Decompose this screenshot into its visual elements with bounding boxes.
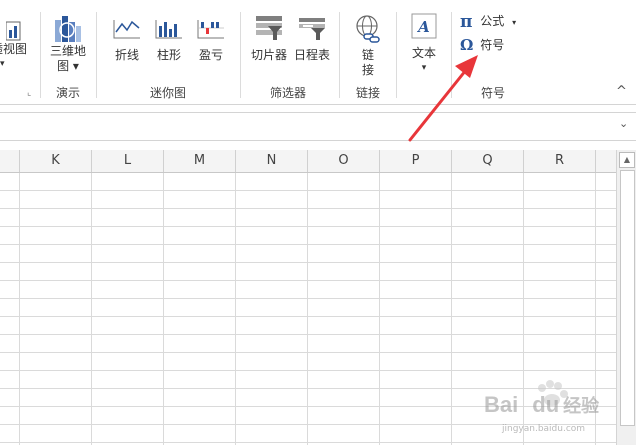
group-separator — [40, 12, 41, 98]
watermark-brand-bai: Bai — [484, 392, 519, 417]
column-header-l[interactable]: L — [92, 150, 164, 172]
sparkline-column-label: 柱形 — [156, 48, 181, 62]
dialog-launcher-icon[interactable]: ⌞ — [27, 88, 31, 98]
sparkline-column-icon — [155, 20, 182, 39]
3d-map-label: 三维地 — [49, 44, 86, 58]
equation-label: 公式 — [480, 14, 505, 28]
group-separator — [451, 12, 452, 98]
group-label-filters: 筛选器 — [269, 86, 306, 100]
text-box-icon: A — [411, 13, 437, 39]
column-header-k[interactable]: K — [20, 150, 92, 172]
slicer-button[interactable]: 切片器 — [248, 14, 290, 63]
sparkline-column-button[interactable]: 柱形 — [149, 14, 189, 63]
watermark-url: jingyan.baidu.com — [502, 424, 586, 434]
3d-map-label-2: 图 ▾ — [57, 59, 79, 73]
column-header-q[interactable]: Q — [452, 150, 524, 172]
slicer-icon — [256, 16, 282, 40]
sparkline-winloss-button[interactable]: 盈亏 — [191, 14, 231, 63]
column-header-m[interactable]: M — [164, 150, 236, 172]
collapse-ribbon-icon[interactable]: ^ — [616, 84, 627, 99]
watermark-brand-du: du — [532, 392, 560, 417]
ribbon: 透视图 ▾ ⌞ 三维地 图 ▾ 演示 折线 柱形 — [0, 0, 636, 105]
timeline-label: 日程表 — [293, 48, 330, 62]
column-header-n[interactable]: N — [236, 150, 308, 172]
group-label-links: 链接 — [355, 86, 380, 100]
timeline-button[interactable]: 日程表 — [291, 14, 333, 63]
pivot-chart-icon — [6, 21, 21, 41]
sparkline-line-button[interactable]: 折线 — [107, 14, 147, 63]
link-label-2: 接 — [361, 63, 374, 77]
column-header-corner[interactable] — [0, 150, 20, 172]
3d-map-icon — [55, 16, 81, 42]
sparkline-line-icon — [113, 20, 140, 39]
symbol-button[interactable]: Ω 符号 — [460, 36, 524, 56]
column-header-o[interactable]: O — [308, 150, 380, 172]
sparkline-winloss-icon — [197, 20, 224, 39]
link-icon — [356, 15, 380, 43]
group-separator — [240, 12, 241, 98]
text-dropdown-icon: ▾ — [421, 63, 427, 73]
expand-formula-bar-icon[interactable]: ⌄ — [619, 117, 628, 130]
text-label: 文本 — [411, 46, 436, 60]
column-header-p[interactable]: P — [380, 150, 452, 172]
equation-dropdown-icon: ▾ — [512, 18, 517, 27]
equation-button[interactable]: π 公式 ▾ — [460, 12, 524, 32]
link-button[interactable]: 链 接 — [350, 14, 386, 78]
timeline-icon — [299, 18, 325, 40]
group-label-sparklines: 迷你图 — [149, 86, 186, 100]
scroll-up-button[interactable]: ▲ — [619, 152, 635, 168]
sparkline-line-label: 折线 — [114, 48, 139, 62]
pivot-chart-dropdown: ▾ — [0, 59, 5, 69]
group-separator — [396, 12, 397, 98]
group-label-demo: 演示 — [55, 86, 80, 100]
baidu-watermark: Bai du 经验 jingyan.baidu.com — [480, 378, 630, 440]
watermark-brand: Bai du 经验 — [484, 392, 599, 418]
column-headers: K L M N O P Q R — [0, 150, 616, 173]
3d-map-button[interactable]: 三维地 图 ▾ — [48, 14, 88, 74]
group-label-symbols: 符号 — [480, 86, 505, 100]
link-label: 链 — [361, 48, 374, 62]
omega-icon: Ω — [460, 36, 474, 54]
group-separator — [339, 12, 340, 98]
symbol-label: 符号 — [480, 38, 505, 52]
slicer-label: 切片器 — [250, 48, 287, 62]
text-button[interactable]: A 文本 ▾ — [405, 12, 443, 76]
pivot-chart-label: 透视图 — [0, 42, 27, 56]
pi-icon: π — [460, 12, 473, 32]
formula-bar[interactable]: ⌄ — [0, 112, 636, 141]
pivot-chart-button[interactable]: 透视图 ▾ — [0, 20, 30, 72]
column-header-r[interactable]: R — [524, 150, 596, 172]
svg-text:A: A — [416, 18, 430, 36]
watermark-jingyan: 经验 — [563, 396, 600, 416]
sparkline-winloss-label: 盈亏 — [198, 48, 223, 62]
group-separator — [96, 12, 97, 98]
